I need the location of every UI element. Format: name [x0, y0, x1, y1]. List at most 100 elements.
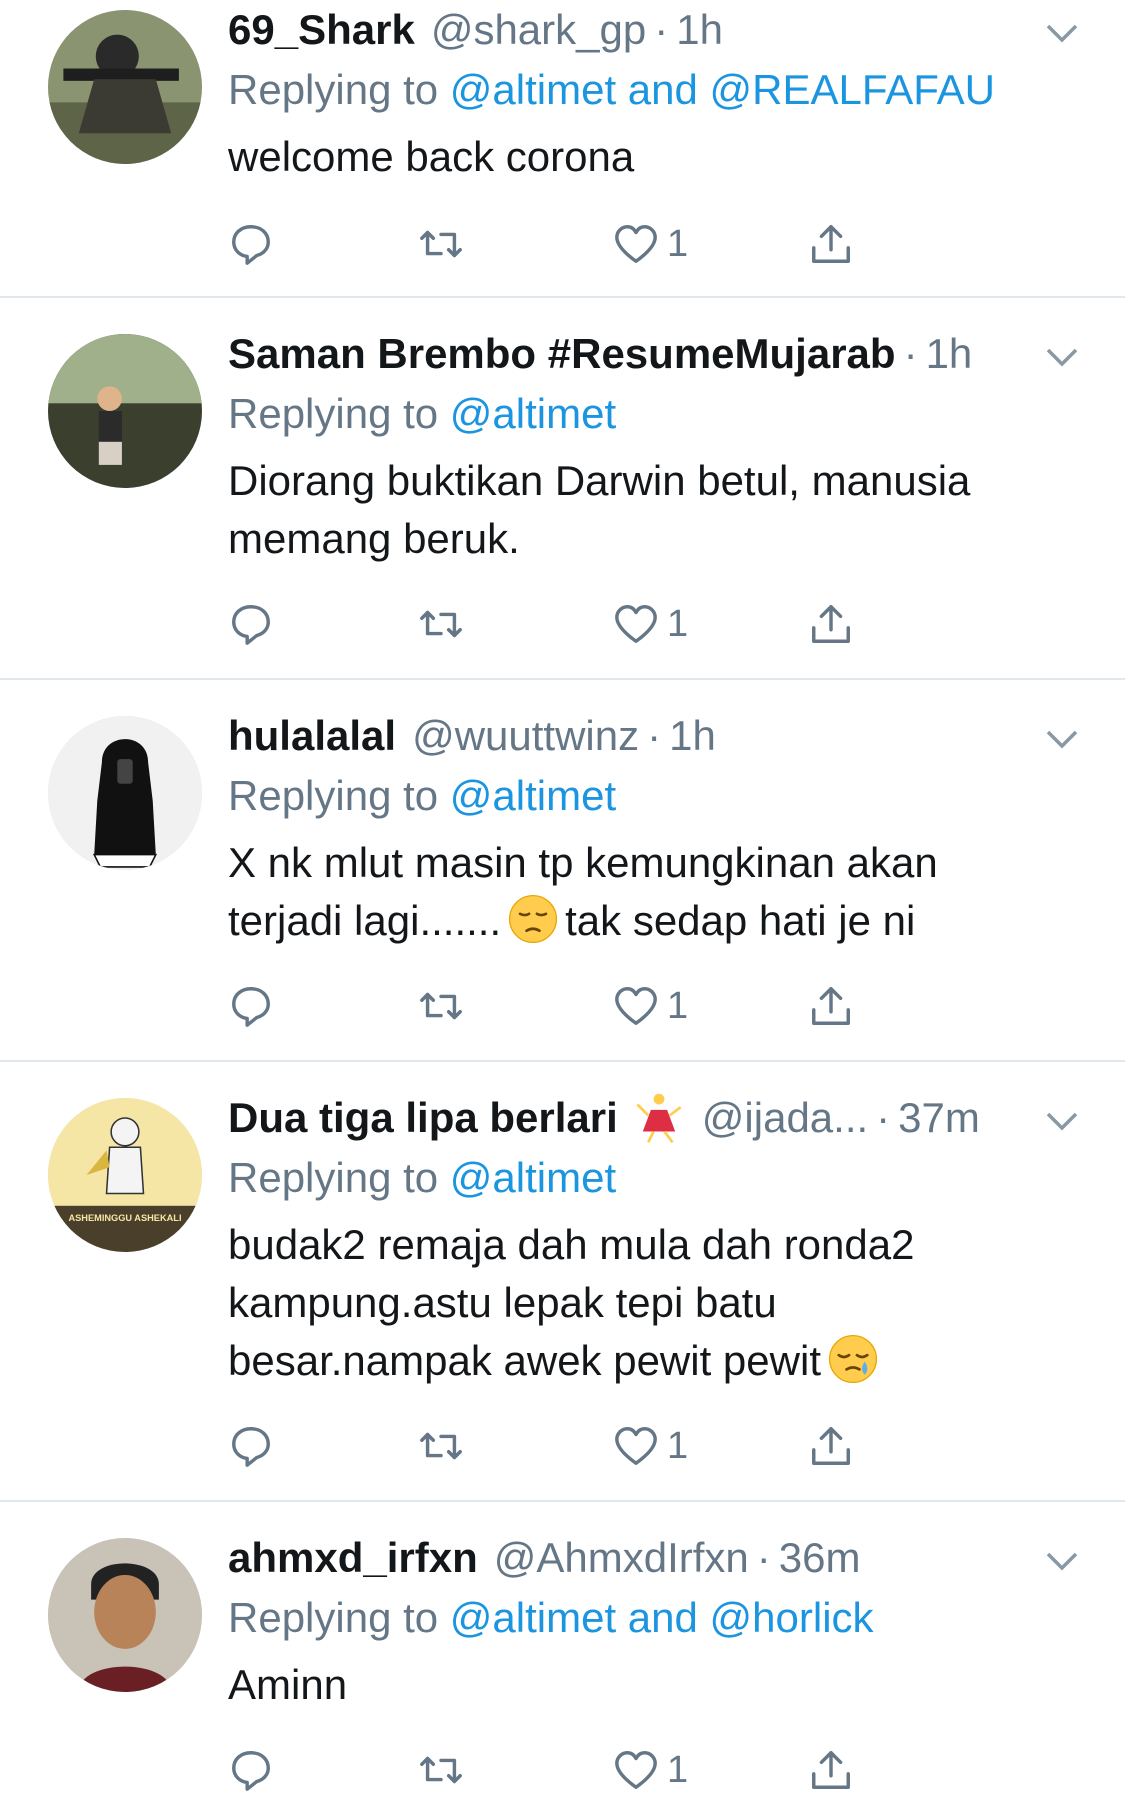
- display-name[interactable]: hulalalal: [228, 706, 396, 766]
- tweet-text-line: welcome back corona: [228, 133, 635, 180]
- avatar[interactable]: [48, 1538, 202, 1692]
- display-name[interactable]: Dua tiga lipa berlari: [228, 1088, 618, 1148]
- tweet-text-line: besar.nampak awek pewit pewit: [228, 1332, 1085, 1390]
- replying-to: Replying to @altimet: [228, 766, 1085, 826]
- tweet-text: Aminn: [228, 1656, 1085, 1714]
- user-handle[interactable]: @ijada...: [702, 1088, 868, 1148]
- avatar[interactable]: [48, 334, 202, 488]
- tweet-item[interactable]: 69_Shark @shark_gp · 1h Replying to @alt…: [0, 0, 1125, 298]
- chevron-down-icon[interactable]: [1041, 1540, 1083, 1582]
- like-icon: [615, 1751, 657, 1789]
- separator-dot: ·: [876, 1094, 891, 1141]
- retweet-icon: [420, 1756, 462, 1784]
- reply-icon: [232, 605, 270, 645]
- share-button[interactable]: [808, 976, 854, 1036]
- user-handle[interactable]: @shark_gp: [431, 0, 646, 60]
- user-handle[interactable]: @wuuttwinz: [412, 706, 639, 766]
- separator-dot: ·: [654, 6, 669, 53]
- replying-to-label: Replying to: [228, 772, 439, 819]
- like-button[interactable]: 1: [613, 976, 688, 1036]
- retweet-icon: [420, 610, 462, 638]
- timestamp[interactable]: 36m: [779, 1528, 861, 1588]
- tweet-item[interactable]: hulalalal @wuuttwinz · 1h Replying to @a…: [0, 680, 1125, 1062]
- tweet-item[interactable]: ASHEMINGGU ASHEKALI Dua tiga lipa berlar…: [0, 1062, 1125, 1502]
- tweet-text: Diorang buktikan Darwin betul, manusia m…: [228, 452, 1085, 568]
- timestamp[interactable]: 1h: [926, 324, 973, 384]
- tweet-actions: 1: [228, 214, 988, 274]
- like-button[interactable]: 1: [613, 1416, 688, 1476]
- retweet-button[interactable]: [418, 214, 464, 274]
- display-name[interactable]: ahmxd_irfxn: [228, 1528, 478, 1588]
- retweet-button[interactable]: [418, 1416, 464, 1476]
- reply-icon: [232, 225, 270, 265]
- reply-icon: [232, 987, 270, 1027]
- dancer-emoji: [632, 1091, 686, 1145]
- pensive-face-emoji: [507, 893, 559, 945]
- tweet-text-line: Diorang buktikan Darwin betul, manusia: [228, 457, 971, 504]
- retweet-button[interactable]: [418, 976, 464, 1036]
- like-icon: [615, 987, 657, 1025]
- replying-to: Replying to @altimet and @horlick: [228, 1588, 1085, 1648]
- tweet-text-line: terjadi lagi....... tak sedap hati je ni: [228, 892, 1085, 950]
- reply-button[interactable]: [228, 594, 274, 654]
- sleepy-face-emoji: [827, 1333, 879, 1385]
- avatar[interactable]: [48, 716, 202, 870]
- avatar[interactable]: ASHEMINGGU ASHEKALI: [48, 1098, 202, 1252]
- reply-button[interactable]: [228, 214, 274, 274]
- timestamp[interactable]: 1h: [669, 706, 716, 766]
- chevron-down-icon[interactable]: [1041, 336, 1083, 378]
- tweet-text-segment: besar.nampak awek pewit pewit: [228, 1337, 821, 1384]
- timestamp[interactable]: 37m: [898, 1088, 980, 1148]
- replying-to-label: Replying to: [228, 1154, 439, 1201]
- share-button[interactable]: [808, 1416, 854, 1476]
- mention-link[interactable]: @altimet: [450, 390, 616, 437]
- share-button[interactable]: [808, 1740, 854, 1800]
- replying-to: Replying to @altimet: [228, 1148, 1085, 1208]
- tweet-actions: 1: [228, 594, 988, 654]
- retweet-icon: [420, 230, 462, 258]
- share-button[interactable]: [808, 594, 854, 654]
- reply-icon: [232, 1751, 270, 1791]
- retweet-button[interactable]: [418, 1740, 464, 1800]
- chevron-down-icon[interactable]: [1041, 12, 1083, 54]
- timestamp[interactable]: 1h: [676, 0, 723, 60]
- avatar-caption: ASHEMINGGU ASHEKALI: [68, 1213, 181, 1223]
- like-count: 1: [667, 602, 689, 645]
- like-icon: [615, 605, 657, 643]
- retweet-icon: [420, 992, 462, 1020]
- tweet-text-segment: terjadi lagi.......: [228, 897, 502, 944]
- share-icon: [812, 225, 850, 263]
- separator-dot: ·: [756, 1534, 771, 1581]
- mention-link[interactable]: @altimet: [450, 1154, 616, 1201]
- replying-to-label: Replying to: [228, 66, 439, 113]
- chevron-down-icon[interactable]: [1041, 1100, 1083, 1142]
- share-button[interactable]: [808, 214, 854, 274]
- tweet-text-line: memang beruk.: [228, 515, 520, 562]
- display-name[interactable]: Saman Brembo #ResumeMujarab: [228, 324, 896, 384]
- like-icon: [615, 1427, 657, 1465]
- like-button[interactable]: 1: [613, 214, 688, 274]
- tweet-text: budak2 remaja dah mula dah ronda2 kampun…: [228, 1216, 1085, 1390]
- like-count: 1: [667, 1748, 689, 1791]
- mention-link[interactable]: @altimet: [450, 772, 616, 819]
- chevron-down-icon[interactable]: [1041, 718, 1083, 760]
- reply-button[interactable]: [228, 1416, 274, 1476]
- avatar[interactable]: [48, 10, 202, 164]
- display-name[interactable]: 69_Shark: [228, 0, 415, 60]
- tweet-actions: 1: [228, 976, 988, 1036]
- mention-link[interactable]: @altimet and @horlick: [450, 1594, 874, 1641]
- retweet-button[interactable]: [418, 594, 464, 654]
- replying-to: Replying to @altimet: [228, 384, 1085, 444]
- separator-dot: ·: [647, 712, 662, 759]
- like-button[interactable]: 1: [613, 594, 688, 654]
- replying-to: Replying to @altimet and @REALFAFAU: [228, 60, 1085, 120]
- tweet-item[interactable]: ahmxd_irfxn @AhmxdIrfxn · 36m Replying t…: [0, 1502, 1125, 1815]
- reply-button[interactable]: [228, 976, 274, 1036]
- user-handle[interactable]: @AhmxdIrfxn: [494, 1528, 749, 1588]
- tweet-text-line: X nk mlut masin tp kemungkinan akan: [228, 839, 938, 886]
- mention-link[interactable]: @altimet and @REALFAFAU: [450, 66, 995, 113]
- tweet-item[interactable]: Saman Brembo #ResumeMujarab · 1h Replyin…: [0, 298, 1125, 680]
- reply-button[interactable]: [228, 1740, 274, 1800]
- share-icon: [812, 1427, 850, 1465]
- like-button[interactable]: 1: [613, 1740, 688, 1800]
